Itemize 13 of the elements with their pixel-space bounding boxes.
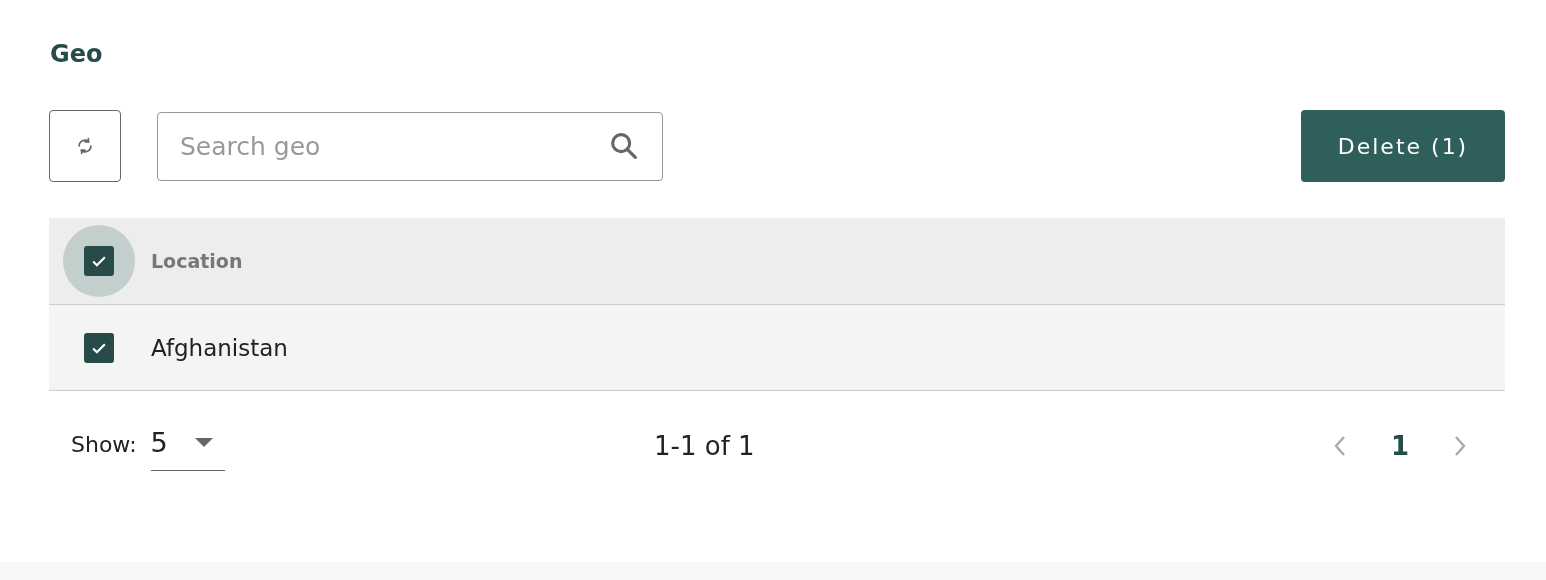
range-text: 1-1 of 1 [654,431,755,461]
caret-icon [194,437,213,448]
row-checkbox[interactable] [84,332,114,363]
search-field[interactable]: Search geo [157,111,663,181]
page-size-select[interactable]: 5 [150,421,225,471]
show-label: Show: [71,432,137,459]
page-button[interactable]: 1 [1390,431,1409,461]
refresh-button[interactable] [49,110,121,182]
section-title: Geo [50,39,104,70]
delete-button[interactable]: Delete (1) [1301,110,1505,182]
column-header[interactable]: Location [151,250,243,272]
refresh-icon [75,136,95,156]
table-cell: Afghanistan [151,334,288,361]
